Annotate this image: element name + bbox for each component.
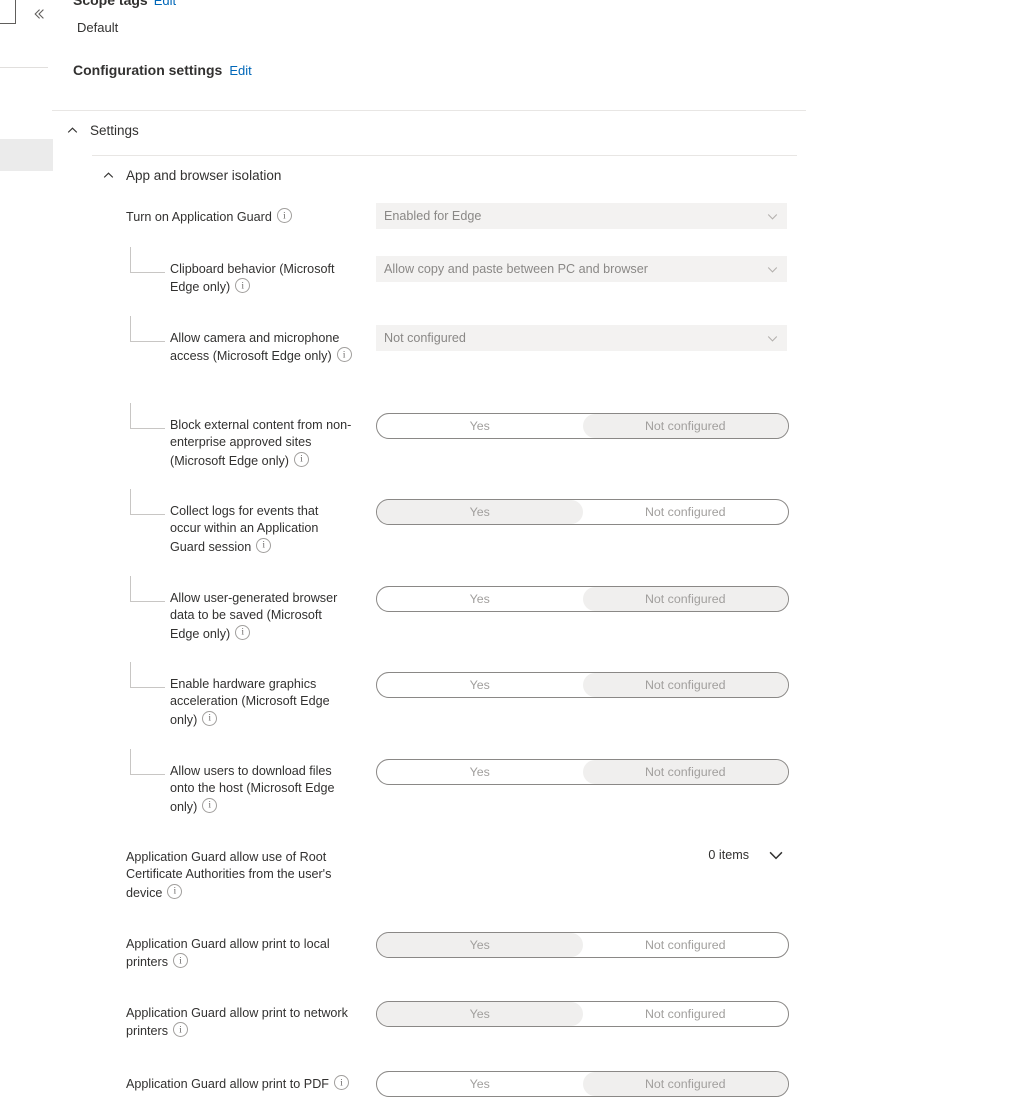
info-icon[interactable] [276,208,292,223]
items-count-label: 0 items [708,848,749,862]
toggle-option-not-configured[interactable]: Not configured [583,1002,789,1026]
setting-toggle[interactable]: Yes Not configured [376,759,789,785]
dropdown-selected-value: Not configured [384,331,466,345]
tree-connector [130,403,165,429]
info-icon[interactable] [173,1022,188,1038]
toggle-option-yes[interactable]: Yes [377,414,583,438]
scope-tags-heading: Scope tags Edit [73,0,176,8]
tree-connector [130,247,165,273]
tree-connector [130,316,165,342]
setting-label-text: Allow user-generated browser data to be … [170,591,338,641]
dropdown-selected-value: Allow copy and paste between PC and brow… [384,262,648,276]
setting-label: Block external content from non-enterpri… [170,417,352,470]
setting-label: Allow user-generated browser data to be … [170,590,352,643]
setting-dropdown[interactable]: Allow copy and paste between PC and brow… [376,256,787,282]
tree-connector [130,662,165,688]
setting-label-text: Application Guard allow use of Root Cert… [126,850,332,900]
scope-tags-edit-link[interactable]: Edit [154,0,176,8]
setting-label-text: Application Guard allow print to PDF [126,1077,329,1091]
app-browser-isolation-divider [92,155,797,156]
setting-label-text: Application Guard allow print to local p… [126,937,330,970]
setting-label: Clipboard behavior (Microsoft Edge only) [170,261,352,297]
info-icon[interactable] [173,953,188,969]
chrome-selected-block [0,139,53,171]
accordion-app-and-browser-isolation-label: App and browser isolation [126,167,282,183]
left-chrome-strip [0,0,56,1103]
toggle-option-not-configured[interactable]: Not configured [582,1072,788,1096]
chevron-down-icon [757,332,787,345]
toggle-option-yes[interactable]: Yes [377,760,583,784]
chevron-down-icon [757,210,787,223]
setting-label-text: Clipboard behavior (Microsoft Edge only) [170,262,335,295]
tree-connector [130,749,165,775]
configuration-settings-label: Configuration settings [73,62,223,78]
setting-label: Application Guard allow print to network… [126,1005,352,1041]
setting-toggle[interactable]: Yes Not configured [376,499,789,525]
tree-connector [130,489,165,515]
toggle-option-yes[interactable]: Yes [377,933,583,957]
setting-items-picker[interactable]: 0 items [376,842,787,868]
scope-tags-label: Scope tags [73,0,148,8]
scope-tags-value: Default [77,20,119,35]
toggle-option-not-configured[interactable]: Not configured [582,587,788,611]
setting-label-text: Block external content from non-enterpri… [170,418,352,468]
configuration-settings-edit-link[interactable]: Edit [229,63,251,78]
accordion-settings[interactable]: Settings [62,120,139,140]
setting-label-text: Allow camera and microphone access (Micr… [170,331,340,364]
toggle-option-not-configured[interactable]: Not configured [582,760,788,784]
setting-label: Turn on Application Guard [126,208,352,226]
setting-toggle[interactable]: Yes Not configured [376,672,789,698]
setting-label: Application Guard allow print to PDF [126,1075,352,1093]
toggle-option-not-configured[interactable]: Not configured [583,933,789,957]
info-icon[interactable] [202,797,218,813]
chevron-double-left-icon[interactable] [30,5,48,23]
dropdown-selected-value: Enabled for Edge [384,209,482,223]
setting-label: Enable hardware graphics acceleration (M… [170,676,352,729]
toggle-option-yes[interactable]: Yes [377,1002,583,1026]
chevron-up-icon [98,165,118,185]
chrome-partial-box [0,0,16,24]
info-icon[interactable] [202,710,218,726]
setting-toggle[interactable]: Yes Not configured [376,586,789,612]
setting-toggle[interactable]: Yes Not configured [376,413,789,439]
setting-dropdown[interactable]: Enabled for Edge [376,203,787,229]
info-icon[interactable] [235,624,251,640]
toggle-option-yes[interactable]: Yes [377,1072,583,1096]
setting-label-text: Application Guard allow print to network… [126,1006,348,1039]
tree-connector [130,576,165,602]
setting-label: Collect logs for events that occur withi… [170,503,352,556]
toggle-option-yes[interactable]: Yes [377,673,583,697]
toggle-option-not-configured[interactable]: Not configured [583,500,789,524]
setting-label-text: Enable hardware graphics acceleration (M… [170,677,330,727]
toggle-option-not-configured[interactable]: Not configured [582,673,788,697]
setting-label-text: Allow users to download files onto the h… [170,764,335,814]
configuration-settings-heading: Configuration settings Edit [73,62,252,78]
setting-toggle[interactable]: Yes Not configured [376,932,789,958]
accordion-settings-label: Settings [90,122,139,138]
setting-label-text: Turn on Application Guard [126,210,272,224]
info-icon[interactable] [167,883,183,899]
setting-label: Application Guard allow print to local p… [126,936,352,972]
info-icon[interactable] [235,278,251,294]
info-icon[interactable] [334,1075,349,1090]
setting-label: Allow camera and microphone access (Micr… [170,330,352,366]
setting-label: Allow users to download files onto the h… [170,763,352,816]
setting-toggle[interactable]: Yes Not configured [376,1001,789,1027]
toggle-option-not-configured[interactable]: Not configured [582,414,788,438]
info-icon[interactable] [336,347,352,363]
settings-section-divider [52,110,806,111]
setting-label: Application Guard allow use of Root Cert… [126,849,352,902]
chevron-down-icon[interactable] [765,844,787,866]
accordion-app-and-browser-isolation[interactable]: App and browser isolation [98,165,281,185]
info-icon[interactable] [256,537,272,553]
toggle-option-yes[interactable]: Yes [377,500,583,524]
chrome-divider-top [0,67,48,68]
setting-dropdown[interactable]: Not configured [376,325,787,351]
toggle-option-yes[interactable]: Yes [377,587,583,611]
setting-toggle[interactable]: Yes Not configured [376,1071,789,1097]
chevron-up-icon [62,120,82,140]
info-icon[interactable] [293,451,309,467]
chevron-down-icon [757,263,787,276]
setting-label-text: Collect logs for events that occur withi… [170,504,319,554]
